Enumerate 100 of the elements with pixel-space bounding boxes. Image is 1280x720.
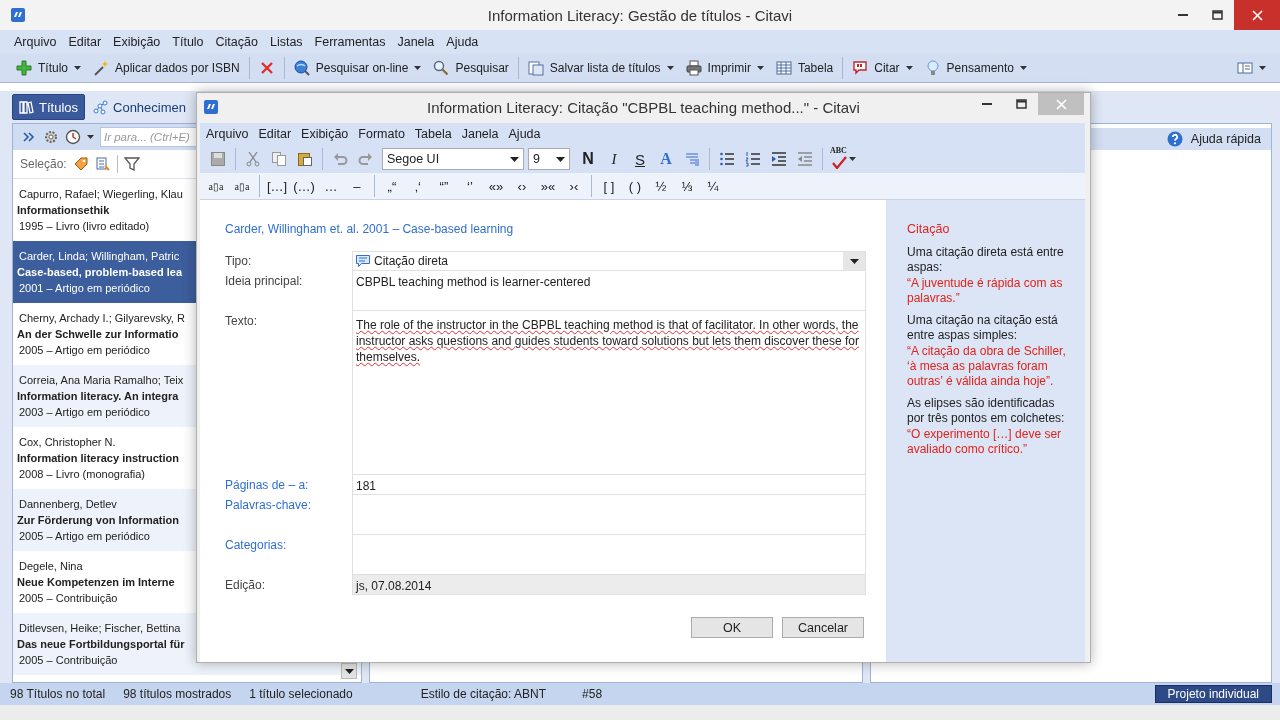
input-field[interactable]: 181 [352, 475, 866, 495]
indent-icon [771, 151, 787, 167]
size-dropdown[interactable]: 9 [528, 148, 570, 170]
help-text: Uma citação na citação está entre aspas simples: [907, 313, 1059, 343]
insert-button[interactable]: (…) [291, 175, 317, 197]
toolbar-button[interactable]: Tabela [769, 56, 840, 80]
list-icon [94, 156, 111, 172]
menu-item[interactable]: Tabela [414, 127, 452, 141]
toolbar-button[interactable]: Pesquisar [427, 56, 515, 80]
input-field[interactable]: CBPBL teaching method is learner-centered [352, 271, 866, 311]
scroll-down-button[interactable] [341, 663, 357, 679]
insert-button[interactable]: – [344, 175, 369, 197]
menu-item[interactable]: Janela [397, 35, 435, 49]
format-button[interactable]: S [628, 148, 652, 170]
insert-button[interactable]: […] [265, 175, 290, 197]
field-label: Edição: [225, 577, 267, 592]
insert-button[interactable]: «» [483, 175, 508, 197]
field-link[interactable]: Palavras-chave: [225, 495, 352, 512]
menu-item[interactable]: Citação [215, 35, 258, 49]
lightbulb-icon [924, 60, 941, 76]
insert-button[interactable]: “” [431, 175, 456, 197]
menu-item[interactable]: Listas [269, 35, 303, 49]
toolbar-button[interactable]: Pesquisar on-line [287, 56, 428, 80]
toolbar-button[interactable]: Imprimir [679, 56, 770, 80]
insert-button[interactable]: ½ [648, 175, 673, 197]
field-link[interactable]: Categorias: [225, 535, 352, 552]
insert-button[interactable]: „“ [379, 175, 404, 197]
tab[interactable]: Títulos [12, 94, 85, 120]
maximize-icon [1015, 98, 1027, 110]
reference-link[interactable]: Carder, Willingham et. al. 2001 – Case-based learning [225, 222, 514, 236]
status-text: Estilo de citação: ABNT [420, 687, 547, 701]
toolbar-button[interactable]: Aplicar dados por ISBN [87, 56, 246, 80]
menu-item[interactable]: Arquivo [206, 127, 249, 141]
plus-icon [16, 60, 32, 76]
type-dropdown[interactable]: Citação direta [352, 251, 866, 271]
menu-item[interactable]: Exibição [301, 127, 349, 141]
status-text: 1 título selecionado [249, 687, 353, 701]
caret-icon [74, 66, 81, 70]
minimize-icon [982, 103, 992, 105]
search-icon [433, 60, 450, 76]
input-field[interactable]: The role of the instructor in the CBPBL teaching method is that of facilitator. In other words, the instructor asks questions and guides students toward solutions but lets them discover these for themselves. [352, 311, 866, 475]
caret-icon [849, 258, 859, 264]
format-button[interactable]: N [576, 148, 600, 170]
dialog-button[interactable]: Cancelar [782, 617, 864, 638]
format-button[interactable]: I [602, 148, 626, 170]
menu-item[interactable]: Ajuda [508, 127, 541, 141]
selection-label: Seleção: [20, 157, 67, 171]
close-icon [1055, 98, 1067, 110]
menu-item[interactable]: Editar [68, 35, 102, 49]
insert-button[interactable]: a▯a [230, 175, 254, 197]
app-icon [203, 99, 219, 115]
field-link[interactable]: Páginas de – a: [225, 475, 352, 492]
insert-button[interactable]: »« [535, 175, 560, 197]
input-field[interactable]: js, 07.08.2014 [352, 575, 866, 595]
wand-icon [93, 60, 109, 76]
menu-item[interactable]: Título [172, 35, 204, 49]
quick-help-link[interactable]: Ajuda rápida [1190, 132, 1261, 146]
menu-item[interactable]: Arquivo [14, 35, 57, 49]
toolbar-button[interactable]: Citar [846, 56, 919, 80]
insert-button[interactable]: ¼ [700, 175, 725, 197]
font-dropdown[interactable]: Segoe UI [382, 148, 524, 170]
insert-button[interactable]: ‹› [509, 175, 534, 197]
toolbar-button[interactable]: Título [10, 56, 87, 80]
insert-button[interactable]: ⅓ [674, 175, 699, 197]
insert-button[interactable]: … [318, 175, 343, 197]
toolbar-button[interactable]: Salvar lista de títulos [521, 56, 680, 80]
help-text: “A citação da obra de Schiller, ‘à mesa as palavras foram outras’ é válida ainda hoje”. [907, 344, 1067, 389]
paste-icon [297, 151, 313, 167]
copy-icon [271, 151, 287, 167]
menu-item[interactable]: Formato [358, 127, 405, 141]
quote-icon [852, 60, 869, 76]
insert-button[interactable]: [ ] [596, 175, 621, 197]
toolbar-button[interactable]: Pensamento [918, 56, 1033, 80]
tab[interactable]: Conhecimen [87, 94, 192, 120]
spellcheck-button[interactable]: ABC [828, 149, 860, 169]
tag-icon [72, 156, 89, 172]
menu-item[interactable]: Exibição [113, 35, 161, 49]
table-icon [775, 60, 792, 76]
format-button[interactable]: A [654, 148, 678, 170]
speech-bubble-icon [355, 253, 371, 269]
insert-button[interactable]: ( ) [622, 175, 647, 197]
redo-icon [358, 151, 374, 167]
dialog-button[interactable]: OK [691, 617, 773, 638]
project-button[interactable]: Projeto individual [1154, 685, 1272, 703]
books-icon [18, 99, 34, 115]
menu-item[interactable]: Janela [461, 127, 499, 141]
maximize-icon [1211, 9, 1223, 21]
caret-icon [414, 66, 422, 70]
menu-item[interactable]: Editar [258, 127, 292, 141]
window-title: Information Literacy: Gestão de títulos - Citavi [487, 6, 793, 24]
help-title: Citação [907, 222, 951, 236]
help-text: “A juventude é rápida com as palavras.” [907, 276, 1064, 306]
input-field[interactable] [352, 495, 866, 535]
insert-button[interactable]: ‘’ [457, 175, 482, 197]
insert-button[interactable]: a▯a [204, 175, 228, 197]
insert-button[interactable]: ›‹ [561, 175, 586, 197]
insert-button[interactable]: ‚‘ [405, 175, 430, 197]
menu-item[interactable]: Ajuda [446, 35, 479, 49]
menu-item[interactable]: Ferramentas [314, 35, 386, 49]
close-icon [1251, 9, 1263, 21]
